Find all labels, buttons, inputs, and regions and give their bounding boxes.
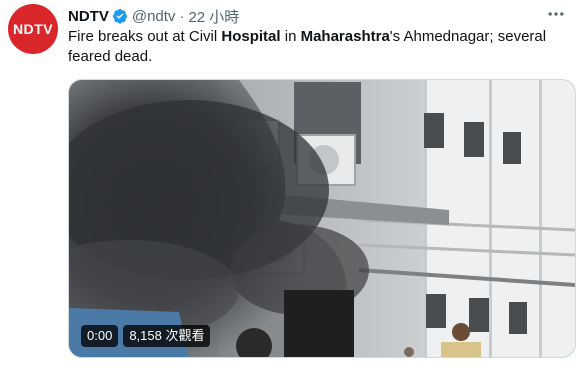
video-view-count: 8,158 次觀看 xyxy=(123,325,211,347)
tweet-header: NDTV @ndtv · 22 小時 xyxy=(68,6,239,26)
more-options-icon[interactable] xyxy=(543,4,569,24)
tweet-timestamp[interactable]: 22 小時 xyxy=(188,6,239,27)
separator-dot: · xyxy=(179,7,185,25)
account-name[interactable]: NDTV xyxy=(68,8,109,25)
video-player[interactable]: 0:00 8,158 次觀看 xyxy=(68,79,576,358)
tweet-text: Fire breaks out at Civil Hospital in Mah… xyxy=(68,27,568,67)
tweet-text-segment: in xyxy=(280,28,301,45)
video-thumbnail xyxy=(69,80,575,357)
tweet-text-bold-segment: Maharashtra xyxy=(300,28,390,45)
avatar-logo-text: NDTV xyxy=(12,21,54,37)
video-badges: 0:00 8,158 次觀看 xyxy=(81,325,211,347)
video-duration: 0:00 xyxy=(81,325,119,347)
avatar[interactable]: NDTV xyxy=(8,4,58,54)
tweet-text-segment: Fire breaks out at Civil xyxy=(68,28,222,45)
account-handle[interactable]: @ndtv xyxy=(132,8,176,25)
tweet-text-bold-segment: Hospital xyxy=(221,28,281,45)
verified-badge-icon xyxy=(112,8,128,24)
